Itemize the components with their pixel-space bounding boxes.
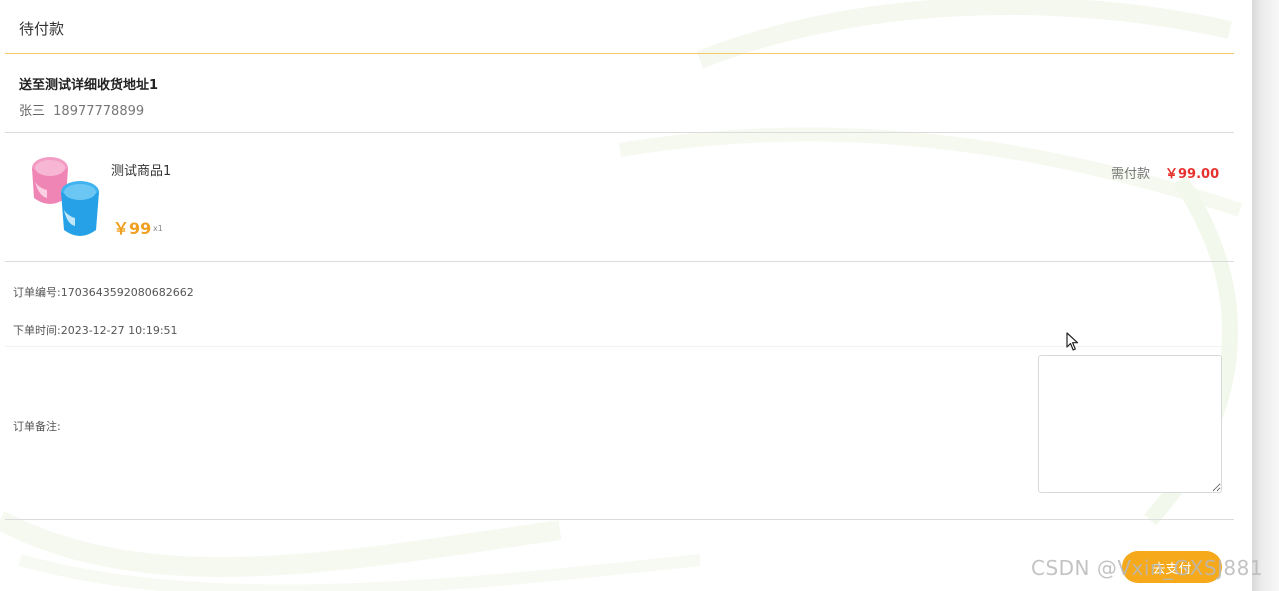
order-remark-label: 订单备注: [13,420,61,433]
product-quantity: x1 [153,224,163,233]
amount-due-value: ￥99.00 [1165,167,1220,182]
receiver-contact: 张三 18977778899 [19,100,144,119]
header-divider [5,53,1234,54]
order-time-row: 下单时间:2023-12-27 10:19:51 [13,322,178,338]
order-status-title: 待付款 [19,20,65,38]
order-number-label: 订单编号: [13,286,61,299]
product-price: ￥99 [113,219,152,238]
order-number-row: 订单编号:1703643592080682662 [13,284,194,300]
csdn-watermark: CSDN @Vxin_GXSJ881 [1031,556,1264,580]
divider [5,346,1234,347]
receiver-phone: 18977778899 [53,104,145,119]
mouse-cursor-icon [1066,332,1079,351]
order-detail-panel: 待付款 送至测试详细收货地址1 张三 18977778899 测试商品1 ￥99… [5,0,1234,591]
divider [5,519,1234,520]
shipping-address: 送至测试详细收货地址1 [19,78,159,93]
product-name[interactable]: 测试商品1 [111,160,171,179]
cup-product-image[interactable] [23,152,105,242]
divider [5,261,1234,262]
receiver-name: 张三 [19,104,46,119]
order-remark-textarea[interactable] [1038,355,1222,493]
order-number-value: 1703643592080682662 [60,286,194,299]
amount-due-label: 需付款 [1111,167,1151,182]
page-shadow [1252,0,1279,591]
order-time-label: 下单时间: [13,324,61,337]
order-time-value: 2023-12-27 10:19:51 [60,324,178,337]
divider [5,132,1234,133]
